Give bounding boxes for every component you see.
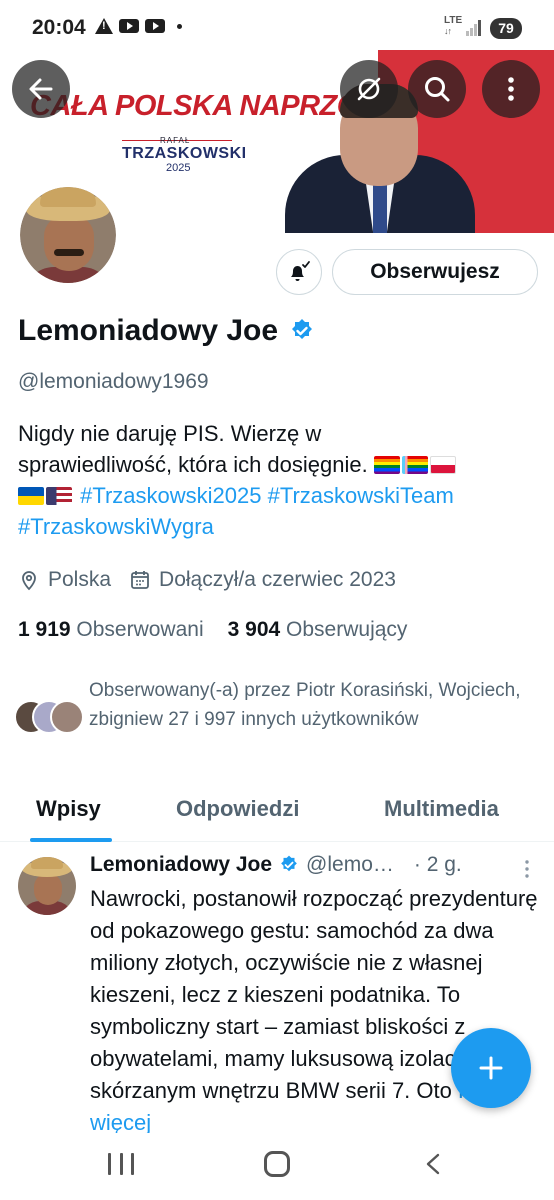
back-arrow-icon (29, 78, 53, 100)
followed-by-avatars (14, 700, 84, 736)
notifications-button[interactable] (276, 249, 322, 295)
youtube-icon (119, 19, 139, 33)
network-indicator: LTE ↓↑ (444, 15, 463, 37)
banner-first-name: RAFAŁ (160, 136, 191, 145)
profile-avatar[interactable] (16, 183, 120, 287)
tweet-more-button[interactable] (524, 859, 530, 884)
more-vertical-icon (508, 77, 514, 101)
verified-badge-icon[interactable] (288, 317, 316, 345)
ukraine-flag-icon (18, 487, 44, 505)
following-button[interactable]: Obserwujesz (332, 249, 538, 295)
hashtag-link[interactable]: #Trzaskowski2025 (80, 483, 261, 508)
verified-badge-icon (281, 855, 297, 872)
joined-item: Dołączył/a czerwiec 2023 (129, 568, 396, 592)
hashtag-link[interactable]: #TrzaskowskiTeam (268, 483, 454, 508)
tab-posts[interactable]: Wpisy (36, 796, 101, 822)
back-icon[interactable] (424, 1153, 442, 1175)
bio-line-1: Nigdy nie daruję PIS. Wierzę w (18, 421, 322, 446)
grok-button[interactable] (340, 60, 398, 118)
recents-icon[interactable] (108, 1153, 134, 1175)
profile-bio: Nigdy nie daruję PIS. Wierzę w sprawiedl… (18, 418, 538, 542)
compose-button[interactable] (451, 1028, 531, 1108)
tweet-avatar[interactable] (18, 857, 76, 915)
banner-year: 2025 (166, 162, 191, 174)
banner-candidate-name: TRZASKOWSKI (122, 145, 247, 162)
profile-name: Lemoniadowy Joe (18, 314, 279, 347)
bio-line-4-row: #TrzaskowskiWygra (18, 511, 538, 542)
tweet-header: Lemoniadowy Joe @lemo… · 2 g. (90, 853, 462, 877)
more-options-button[interactable] (482, 60, 540, 118)
dot-icon (177, 23, 182, 29)
location-item: Polska (18, 568, 111, 592)
follow-counts: 1 919 Obserwowani 3 904 Obserwujący (18, 618, 407, 642)
system-nav-bar (0, 1133, 554, 1200)
avatar (50, 700, 84, 734)
more-vertical-icon (525, 860, 529, 878)
followers-count: 3 904 (227, 618, 281, 641)
battery-icon: 79 (490, 18, 522, 39)
status-bar: 20:04 LTE↓↑ 79 (0, 0, 554, 50)
profile-tabs: Wpisy Odpowiedzi Multimedia (0, 786, 554, 842)
search-button[interactable] (408, 60, 466, 118)
poland-flag-icon (429, 456, 456, 474)
bio-line-2: sprawiedliwość, która ich dosięgnie. (18, 452, 368, 477)
location-pin-icon (22, 571, 36, 591)
hashtag-link[interactable]: #TrzaskowskiWygra (18, 514, 214, 539)
notification-icons (95, 18, 182, 34)
profile-meta: Polska Dołączył/a czerwiec 2023 (18, 568, 414, 592)
home-icon[interactable] (264, 1151, 290, 1177)
search-icon (425, 77, 450, 102)
followers-label: Obserwujący (286, 618, 408, 641)
active-tab-indicator (30, 838, 112, 842)
bio-line-2-row: sprawiedliwość, która ich dosięgnie. (18, 449, 538, 480)
following-count: 1 919 (18, 618, 71, 641)
location-text: Polska (48, 568, 112, 591)
warning-icon (95, 18, 113, 34)
tab-media[interactable]: Multimedia (384, 796, 499, 822)
followed-by-text: Obserwowany(-a) przez Piotr Korasiński, … (89, 680, 521, 730)
tweet-time: · 2 g. (413, 853, 462, 876)
usa-flag-icon (46, 487, 72, 505)
bell-check-icon (291, 261, 310, 281)
calendar-icon (131, 571, 149, 589)
back-button[interactable] (12, 60, 70, 118)
following-link[interactable]: 1 919 Obserwowani (18, 618, 204, 642)
plus-icon (479, 1056, 503, 1080)
tab-replies[interactable]: Odpowiedzi (176, 796, 299, 822)
grok-icon (357, 77, 381, 101)
youtube-icon (145, 19, 165, 33)
tweet-author-name[interactable]: Lemoniadowy Joe (90, 853, 272, 877)
tweet-author-handle[interactable]: @lemo… (306, 853, 394, 877)
profile-name-row: Lemoniadowy Joe (18, 314, 316, 348)
following-label: Obserwowani (76, 618, 204, 641)
bio-line-3-row: #Trzaskowski2025 #TrzaskowskiTeam (18, 480, 538, 511)
joined-text: Dołączył/a czerwiec 2023 (159, 568, 396, 591)
status-time: 20:04 (32, 16, 86, 39)
rainbow-flag-icon (373, 456, 400, 474)
profile-handle: @lemoniadowy1969 (18, 370, 209, 393)
followers-link[interactable]: 3 904 Obserwujący (228, 618, 408, 642)
signal-icon (466, 20, 482, 36)
progress-pride-flag-icon (401, 456, 428, 474)
